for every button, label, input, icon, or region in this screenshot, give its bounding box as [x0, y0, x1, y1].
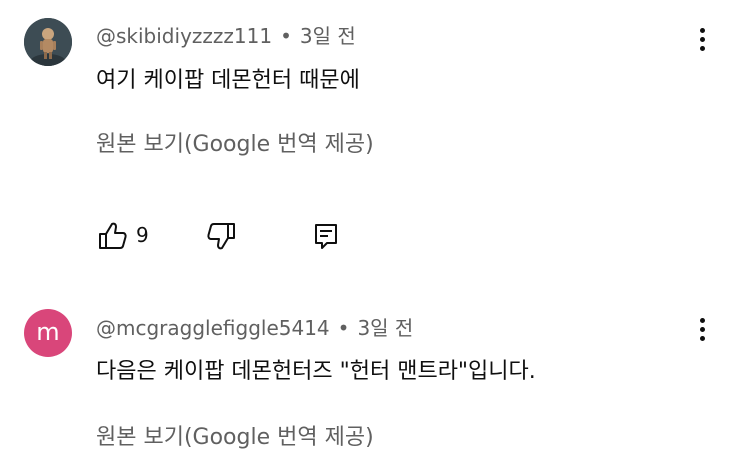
reply-button[interactable]	[310, 218, 342, 254]
author-name[interactable]: @mcgragglefiggle5414	[96, 316, 330, 340]
comment-time[interactable]: 3일 전	[357, 316, 413, 340]
thumbs-up-icon	[99, 222, 127, 249]
like-button[interactable]	[96, 218, 128, 254]
more-vert-icon[interactable]	[690, 28, 714, 58]
comment-meta: @skibidiyzzzz111 • 3일 전	[96, 20, 356, 49]
like-count: 9	[136, 223, 149, 247]
comment-item: @skibidiyzzzz111 • 3일 전 여기 케이팝 데몬헌터 때문에 원본…	[0, 0, 750, 290]
comment-item: m @mcgragglefiggle5414 • 3일 전 다음은 케이팝 데몬헌터…	[0, 290, 750, 466]
avatar-letter: m	[36, 318, 60, 346]
comment-text: 여기 케이팝 데몬헌터 때문에	[96, 68, 360, 93]
comment-meta: @mcgragglefiggle5414 • 3일 전	[96, 312, 413, 341]
reply-icon	[315, 224, 337, 249]
see-original-link[interactable]: 원본 보기(Google 번역 제공)	[96, 126, 374, 158]
separator-dot: •	[337, 316, 350, 340]
avatar[interactable]	[24, 18, 72, 66]
separator-dot: •	[280, 24, 292, 48]
comment-actions: 9	[96, 218, 396, 254]
author-name[interactable]: @skibidiyzzzz111	[96, 24, 272, 48]
thumbs-down-icon	[207, 223, 235, 250]
more-vert-icon[interactable]	[690, 318, 714, 348]
avatar-image	[24, 18, 72, 66]
avatar[interactable]: m	[24, 309, 72, 357]
comment-time[interactable]: 3일 전	[300, 24, 356, 48]
dislike-button[interactable]	[206, 218, 238, 254]
comment-text: 다음은 케이팝 데몬헌터즈 "헌터 맨트라"입니다.	[96, 359, 536, 384]
see-original-link[interactable]: 원본 보기(Google 번역 제공)	[96, 419, 374, 451]
